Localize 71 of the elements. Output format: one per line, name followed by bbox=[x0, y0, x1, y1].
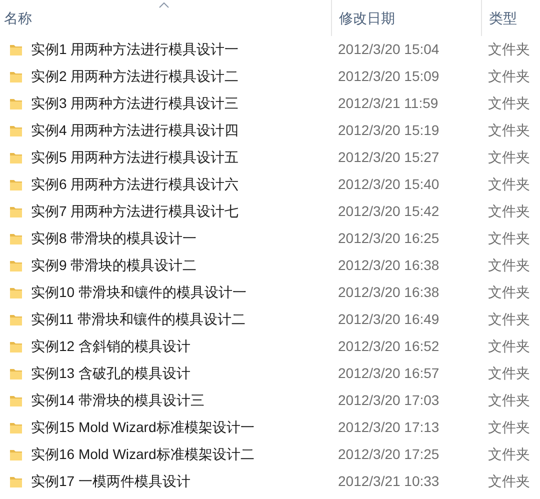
column-header[interactable]: 修改日期 bbox=[339, 8, 395, 28]
file-type: 文件夹 bbox=[488, 338, 530, 354]
file-name[interactable]: 实例5 用两种方法进行模具设计五 bbox=[31, 147, 239, 168]
folder-icon bbox=[9, 232, 23, 246]
folder-icon bbox=[9, 70, 23, 84]
folder-icon bbox=[9, 286, 23, 300]
modified-date: 2012/3/20 16:25 bbox=[338, 230, 440, 246]
folder-icon bbox=[9, 150, 23, 164]
file-type: 文件夹 bbox=[488, 257, 530, 273]
modified-date: 2012/3/20 15:09 bbox=[338, 68, 440, 84]
folder-icon bbox=[9, 124, 23, 138]
folder-icon bbox=[9, 420, 23, 434]
file-type: 文件夹 bbox=[488, 230, 530, 246]
column-header[interactable]: 名称 bbox=[4, 8, 32, 28]
file-type: 文件夹 bbox=[488, 176, 530, 192]
file-name[interactable]: 实例16 Mold Wizard标准模架设计二 bbox=[31, 444, 254, 465]
modified-date: 2012/3/20 15:40 bbox=[338, 176, 440, 192]
file-type: 文件夹 bbox=[488, 473, 530, 489]
folder-icon bbox=[9, 312, 23, 326]
modified-date: 2012/3/20 16:57 bbox=[338, 365, 440, 381]
modified-date: 2012/3/20 16:38 bbox=[338, 257, 440, 273]
modified-date: 2012/3/20 16:49 bbox=[338, 311, 440, 327]
modified-date: 2012/3/20 15:19 bbox=[338, 122, 440, 138]
file-type: 文件夹 bbox=[488, 41, 530, 57]
file-type: 文件夹 bbox=[488, 419, 530, 435]
folder-icon bbox=[9, 366, 23, 380]
modified-date: 2012/3/20 16:52 bbox=[338, 338, 440, 354]
file-name[interactable]: 实例3 用两种方法进行模具设计三 bbox=[31, 93, 239, 114]
file-type: 文件夹 bbox=[488, 284, 530, 300]
file-name[interactable]: 实例10 带滑块和镶件的模具设计一 bbox=[31, 282, 246, 303]
file-name[interactable]: 实例15 Mold Wizard标准模架设计一 bbox=[31, 417, 254, 438]
file-name[interactable]: 实例7 用两种方法进行模具设计七 bbox=[31, 201, 239, 222]
modified-date: 2012/3/20 17:25 bbox=[338, 446, 440, 462]
modified-date: 2012/3/20 16:38 bbox=[338, 284, 440, 300]
modified-date: 2012/3/21 10:33 bbox=[338, 473, 440, 489]
file-type: 文件夹 bbox=[488, 392, 530, 408]
file-name[interactable]: 实例2 用两种方法进行模具设计二 bbox=[31, 66, 239, 87]
modified-date: 2012/3/21 11:59 bbox=[338, 95, 438, 111]
file-name[interactable]: 实例12 含斜销的模具设计 bbox=[31, 336, 190, 357]
folder-icon bbox=[9, 204, 23, 218]
file-name[interactable]: 实例14 带滑块的模具设计三 bbox=[31, 390, 204, 411]
folder-icon bbox=[9, 96, 23, 110]
folder-icon bbox=[9, 394, 23, 408]
file-type: 文件夹 bbox=[488, 203, 530, 219]
file-name[interactable]: 实例8 带滑块的模具设计一 bbox=[31, 228, 197, 249]
modified-date: 2012/3/20 15:04 bbox=[338, 41, 440, 57]
folder-icon bbox=[9, 42, 23, 56]
modified-date: 2012/3/20 17:13 bbox=[338, 419, 440, 435]
file-name[interactable]: 实例4 用两种方法进行模具设计四 bbox=[31, 120, 239, 141]
file-type: 文件夹 bbox=[488, 149, 530, 165]
file-name[interactable]: 实例1 用两种方法进行模具设计一 bbox=[31, 39, 239, 60]
file-name[interactable]: 实例9 带滑块的模具设计二 bbox=[31, 255, 197, 276]
file-type: 文件夹 bbox=[488, 95, 530, 111]
file-type: 文件夹 bbox=[488, 365, 530, 381]
file-type: 文件夹 bbox=[488, 446, 530, 462]
modified-date: 2012/3/20 15:42 bbox=[338, 203, 440, 219]
file-name[interactable]: 实例6 用两种方法进行模具设计六 bbox=[31, 174, 239, 195]
file-type: 文件夹 bbox=[488, 68, 530, 84]
file-name[interactable]: 实例13 含破孔的模具设计 bbox=[31, 363, 190, 384]
file-name[interactable]: 实例17 一模两件模具设计 bbox=[31, 471, 190, 492]
folder-icon bbox=[9, 178, 23, 192]
modified-date: 2012/3/20 15:27 bbox=[338, 149, 440, 165]
file-type: 文件夹 bbox=[488, 311, 530, 327]
folder-icon bbox=[9, 448, 23, 462]
file-name[interactable]: 实例11 带滑块和镶件的模具设计二 bbox=[31, 309, 246, 330]
folder-icon bbox=[9, 340, 23, 354]
modified-date: 2012/3/20 17:03 bbox=[338, 392, 440, 408]
column-header[interactable]: 类型 bbox=[489, 8, 517, 28]
folder-icon bbox=[9, 258, 23, 272]
file-type: 文件夹 bbox=[488, 122, 530, 138]
folder-icon bbox=[9, 474, 23, 488]
